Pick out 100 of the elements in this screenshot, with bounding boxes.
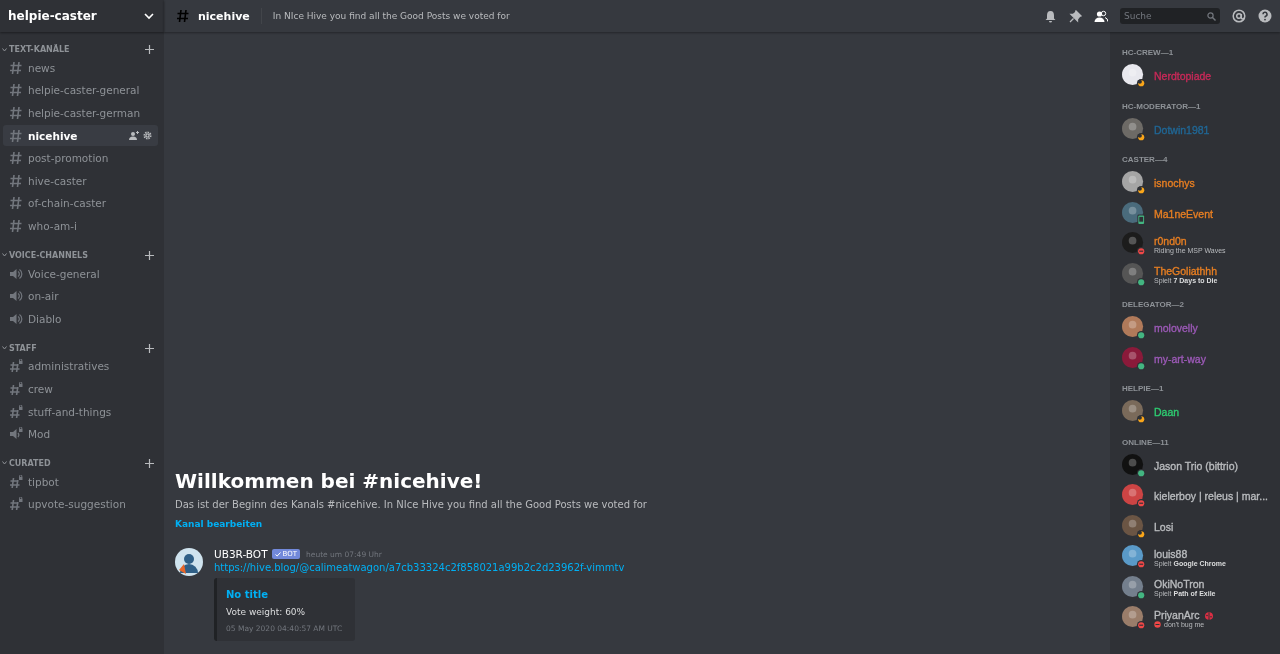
member-name: Losi — [1154, 520, 1174, 533]
plus-icon[interactable] — [145, 343, 154, 353]
hash-icon — [9, 173, 23, 188]
dnd-status-icon — [1136, 247, 1146, 256]
online-status-icon — [1136, 361, 1146, 371]
member-item[interactable]: Jason Trio (bittrio) — [1122, 450, 1279, 481]
channel-item[interactable]: helpie-caster-german — [3, 102, 158, 124]
channel-title: nicehive — [198, 9, 250, 23]
welcome-text: Das ist der Beginn des Kanals #nicehive. In NIce Hive you find all the Good Posts we voted for — [175, 499, 648, 510]
search-icon — [1207, 11, 1216, 21]
member-item[interactable]: my-art-way — [1122, 343, 1279, 374]
mobile-status-icon — [1137, 214, 1146, 225]
dnd-status-icon — [1136, 499, 1146, 508]
channel-item[interactable]: stuff-and-things — [3, 400, 158, 423]
collapse-caret-icon[interactable] — [2, 47, 7, 52]
channel-item[interactable]: hive-caster — [3, 169, 158, 192]
bell-icon[interactable] — [1044, 9, 1057, 23]
channel-item[interactable]: post-promotion — [3, 147, 158, 169]
pin-icon[interactable] — [1069, 9, 1082, 23]
member-group-label: HC-CREW—1 — [1122, 48, 1175, 57]
member-name: TheGoliathhh — [1154, 265, 1218, 278]
members-icon[interactable] — [1094, 9, 1108, 23]
chevron-down-icon — [144, 12, 154, 20]
member-item[interactable]: Daan — [1122, 397, 1279, 428]
edit-channel-link[interactable]: Kanal bearbeiten — [175, 519, 263, 529]
member-name: kielerboy | releus | mar... — [1154, 490, 1268, 503]
welcome-title: Willkommen bei #nicehive! — [175, 469, 484, 493]
category-label[interactable]: VOICE-CHANNELS — [9, 250, 88, 260]
member-group-label: HC-MODERATOR—1 — [1122, 101, 1202, 111]
idle-status-icon — [1136, 415, 1146, 424]
member-item[interactable]: Dotwin1981 — [1122, 114, 1279, 145]
settings-icon[interactable] — [143, 131, 152, 141]
plus-icon[interactable] — [145, 45, 154, 54]
plus-icon[interactable] — [145, 250, 154, 260]
avatar[interactable] — [175, 548, 203, 576]
member-name: Nerdtopiade — [1154, 70, 1212, 83]
plus-icon[interactable] — [145, 458, 154, 468]
channel-topic: In NIce Hive you find all the Good Posts we voted for — [272, 11, 511, 21]
channel-item[interactable]: administratives — [3, 355, 158, 378]
channel-item[interactable]: tipbot — [3, 470, 158, 493]
idle-status-icon — [1136, 132, 1146, 142]
hash-icon — [9, 83, 23, 98]
author-name[interactable]: UB3R-BOT — [214, 548, 268, 560]
online-status-icon — [1136, 331, 1146, 340]
idle-status-icon — [1136, 186, 1146, 195]
hash-icon — [9, 60, 23, 75]
channel-item[interactable]: upvote-suggestion — [3, 493, 158, 516]
idle-status-icon — [1136, 529, 1146, 539]
member-name: OkiNoTron — [1154, 578, 1205, 591]
hash-icon — [176, 9, 190, 23]
channel-item[interactable]: nicehive — [3, 124, 158, 147]
member-item[interactable]: isnochys — [1122, 168, 1279, 199]
channel-item[interactable]: Mod — [3, 423, 158, 445]
channel-item[interactable]: who-am-i — [3, 215, 158, 237]
member-item[interactable]: kielerboy | releus | mar... — [1122, 481, 1279, 512]
message-link[interactable]: https://hive.blog/@calimeatwagon/a7cb33324c2f858021a99b2c2d23962f-vimmtv — [214, 562, 625, 573]
channel-item[interactable]: on-air — [3, 285, 158, 307]
member-item[interactable]: molovelly — [1122, 313, 1279, 344]
embed-text: Vote weight: 60% — [226, 607, 307, 617]
channel-item[interactable]: helpie-caster-general — [3, 79, 158, 102]
member-name: Ma1neEvent — [1154, 207, 1213, 220]
member-name: molovelly — [1154, 322, 1198, 335]
check-icon — [274, 551, 281, 557]
invite-icon[interactable] — [129, 131, 139, 141]
speaker-icon — [9, 311, 23, 326]
speaker-icon — [9, 266, 23, 281]
channel-item[interactable]: Voice-general — [3, 262, 158, 285]
channel-item[interactable]: Diablo — [3, 307, 158, 330]
channel-item[interactable]: crew — [3, 378, 158, 400]
collapse-caret-icon[interactable] — [2, 346, 7, 351]
category-label[interactable]: TEXT-KANÄLE — [9, 45, 70, 54]
ladybug-icon — [1203, 609, 1214, 620]
category-label[interactable]: CURATED — [9, 458, 51, 468]
member-item[interactable]: Ma1neEvent — [1122, 198, 1279, 229]
member-item[interactable]: Losi — [1122, 511, 1279, 542]
member-name: r0nd0n — [1154, 234, 1187, 247]
member-name: Jason Trio (bittrio) — [1154, 459, 1239, 472]
server-name: helpie-caster — [8, 9, 97, 23]
dnd-icon — [1154, 620, 1161, 628]
server-header[interactable]: helpie-caster — [0, 0, 164, 32]
channel-item[interactable]: news — [3, 57, 158, 79]
hash-icon — [9, 218, 23, 233]
mention-icon[interactable] — [1232, 9, 1246, 23]
collapse-caret-icon[interactable] — [2, 253, 7, 258]
online-status-icon — [1136, 277, 1146, 287]
help-icon[interactable] — [1258, 9, 1272, 23]
collapse-caret-icon[interactable] — [2, 461, 7, 466]
channel-item[interactable]: of-chain-caster — [3, 192, 158, 215]
online-status-icon — [1136, 468, 1146, 478]
category-label[interactable]: STAFF — [9, 343, 37, 353]
locked-hash-icon — [9, 359, 23, 374]
member-name: Dotwin1981 — [1154, 123, 1210, 136]
dnd-status-icon — [1136, 621, 1146, 630]
member-item[interactable]: Nerdtopiade — [1122, 61, 1279, 92]
member-name: isnochys — [1154, 177, 1195, 190]
member-name: louis88 — [1154, 547, 1188, 560]
locked-hash-icon — [9, 497, 23, 512]
speaker-icon — [9, 289, 23, 304]
hash-icon — [9, 151, 23, 166]
search-field[interactable]: Suche — [1120, 8, 1220, 24]
